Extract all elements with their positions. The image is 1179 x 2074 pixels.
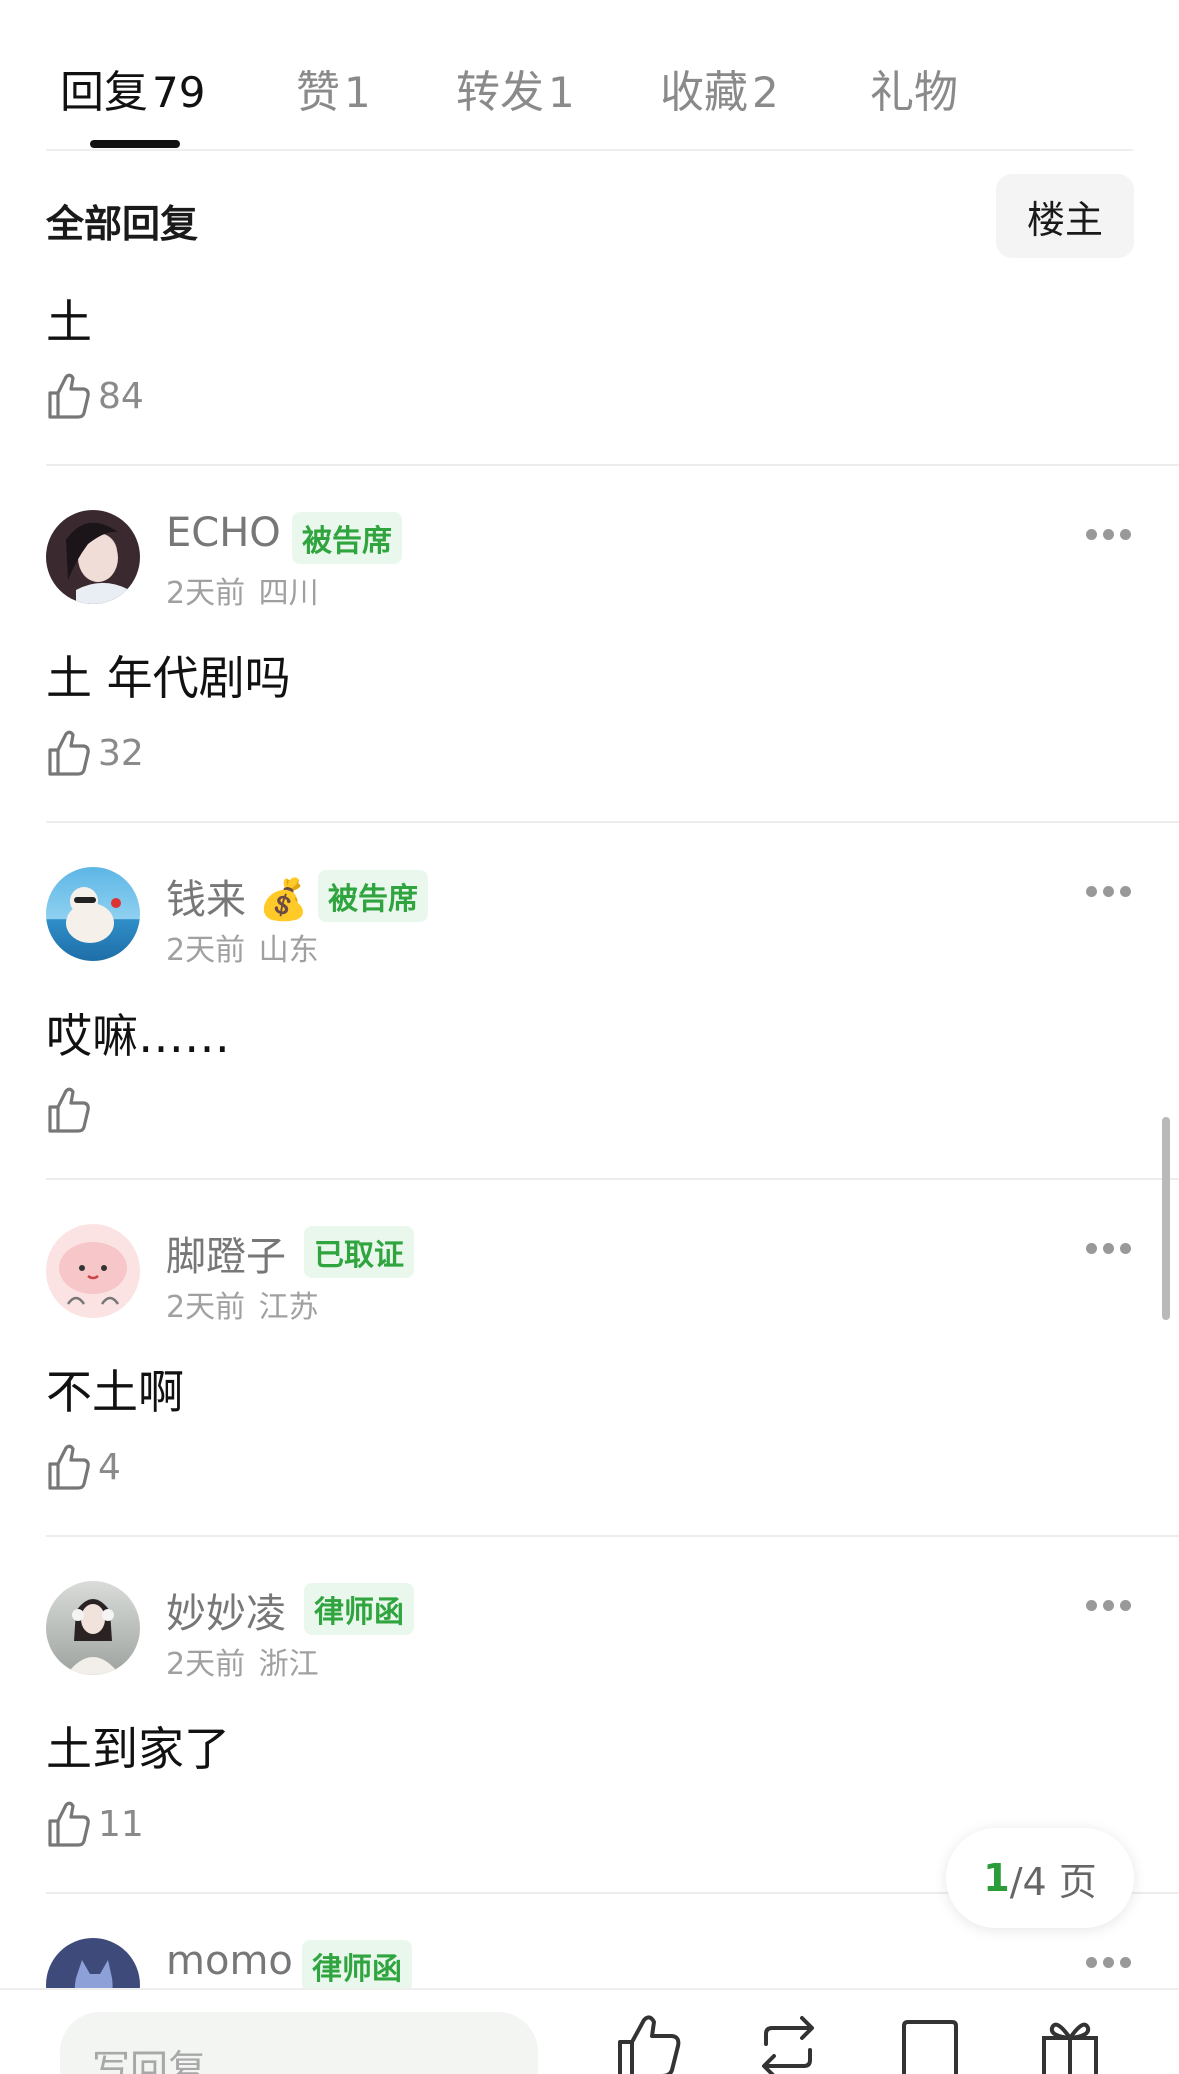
avatar-image [66, 1599, 120, 1675]
thumbs-up-icon [48, 1087, 90, 1133]
username[interactable]: 钱来 💰 [166, 867, 309, 925]
comment-location: 江苏 [258, 1290, 319, 1325]
tab-label: 转发 [456, 67, 544, 118]
reply-input[interactable]: 写回复 [60, 2012, 538, 2074]
comment-icon[interactable] [894, 2014, 966, 2074]
like-count: 11 [98, 1803, 144, 1845]
reply-tabs: 回复79 赞1 转发1 收藏2 礼物 [0, 0, 1179, 151]
thumbs-up-icon [48, 373, 90, 419]
avatar[interactable] [46, 1581, 140, 1675]
gift-icon[interactable] [1034, 2014, 1106, 2074]
more-options-icon[interactable] [1086, 1957, 1132, 1969]
page-total: /4 页 [1009, 1859, 1097, 1904]
thumbs-up-icon [48, 1801, 90, 1847]
comment-location: 山东 [258, 933, 319, 968]
comment-text: 哎嘛…… [46, 1009, 230, 1063]
divider [46, 149, 1133, 151]
comment-location: 浙江 [258, 1647, 319, 1682]
like-button[interactable]: 84 [46, 371, 144, 421]
thumbs-up-icon[interactable] [612, 2014, 684, 2074]
more-options-icon[interactable] [1086, 529, 1132, 541]
thumbs-up-icon [48, 1444, 90, 1490]
scrollbar[interactable] [1162, 1117, 1170, 1320]
username-text: 钱来 [166, 877, 246, 923]
tab-gifts[interactable]: 礼物 [870, 56, 958, 120]
divider [46, 1535, 1179, 1537]
tab-label: 收藏 [660, 67, 748, 118]
tab-label: 礼物 [870, 67, 958, 118]
like-button[interactable]: 32 [46, 728, 144, 778]
more-options-icon[interactable] [1086, 886, 1132, 898]
like-count: 84 [98, 375, 144, 417]
section-title: 全部回复 [46, 202, 199, 246]
tab-favorites[interactable]: 收藏2 [660, 56, 779, 120]
like-count: 4 [98, 1446, 121, 1488]
comment-meta: 2天前 浙江 [166, 1639, 319, 1683]
divider [46, 1178, 1179, 1180]
tab-count: 79 [152, 68, 206, 117]
comment-meta: 2天前 四川 [166, 568, 319, 612]
repost-icon[interactable] [752, 2014, 824, 2074]
user-badge: 被告席 [318, 870, 428, 922]
user-badge: 已取证 [304, 1226, 414, 1278]
username[interactable]: 妙妙凌 [166, 1581, 286, 1639]
reply-placeholder: 写回复 [92, 2047, 207, 2074]
comment-meta: 2天前 山东 [166, 925, 319, 969]
tab-label: 赞 [296, 67, 340, 118]
user-badge: 律师函 [302, 1940, 412, 1992]
divider [46, 821, 1179, 823]
user-badge: 被告席 [292, 512, 402, 564]
more-options-icon[interactable] [1086, 1243, 1132, 1255]
tab-count: 2 [752, 68, 779, 117]
active-tab-indicator [90, 140, 180, 148]
like-button[interactable]: 4 [46, 1442, 121, 1492]
comment-time: 2天前 [166, 933, 246, 968]
comment-time: 2天前 [166, 576, 246, 611]
avatar[interactable] [46, 510, 140, 604]
avatar-image [59, 1242, 127, 1305]
current-page: 1 [983, 1856, 1010, 1900]
tab-likes[interactable]: 赞1 [296, 56, 371, 120]
comment-text: 不土啊 [46, 1365, 184, 1419]
username[interactable]: momo [166, 1938, 293, 1984]
divider [46, 464, 1179, 466]
tab-reposts[interactable]: 转发1 [456, 56, 575, 120]
thumbs-up-icon [48, 730, 90, 776]
username[interactable]: 脚蹬子 [166, 1224, 286, 1282]
comment-text: 土 [46, 295, 92, 349]
tab-replies[interactable]: 回复79 [60, 56, 205, 120]
comment-location: 四川 [258, 576, 319, 611]
comment-time: 2天前 [166, 1290, 246, 1325]
tab-count: 1 [548, 68, 575, 117]
avatar-image [66, 887, 121, 943]
bottom-action-bar: 写回复 [0, 1988, 1179, 2074]
more-options-icon[interactable] [1086, 1600, 1132, 1612]
comment-time: 2天前 [166, 1647, 246, 1682]
money-bag-icon: 💰 [258, 877, 309, 923]
owner-filter-button[interactable]: 楼主 [996, 174, 1134, 258]
comment-text: 土到家了 [46, 1722, 230, 1776]
like-button[interactable]: 11 [46, 1799, 144, 1849]
avatar[interactable] [46, 1224, 140, 1318]
user-badge: 律师函 [304, 1583, 414, 1635]
avatar-image [66, 522, 136, 604]
tab-count: 1 [344, 68, 371, 117]
comment-meta: 2天前 江苏 [166, 1282, 319, 1326]
page-indicator[interactable]: 1/4 页 [946, 1828, 1134, 1928]
username[interactable]: ECHO [166, 510, 281, 556]
like-button[interactable] [46, 1085, 98, 1135]
like-count: 32 [98, 732, 144, 774]
comment-text: 土 年代剧吗 [46, 651, 291, 705]
avatar[interactable] [46, 867, 140, 961]
tab-label: 回复 [60, 67, 148, 118]
